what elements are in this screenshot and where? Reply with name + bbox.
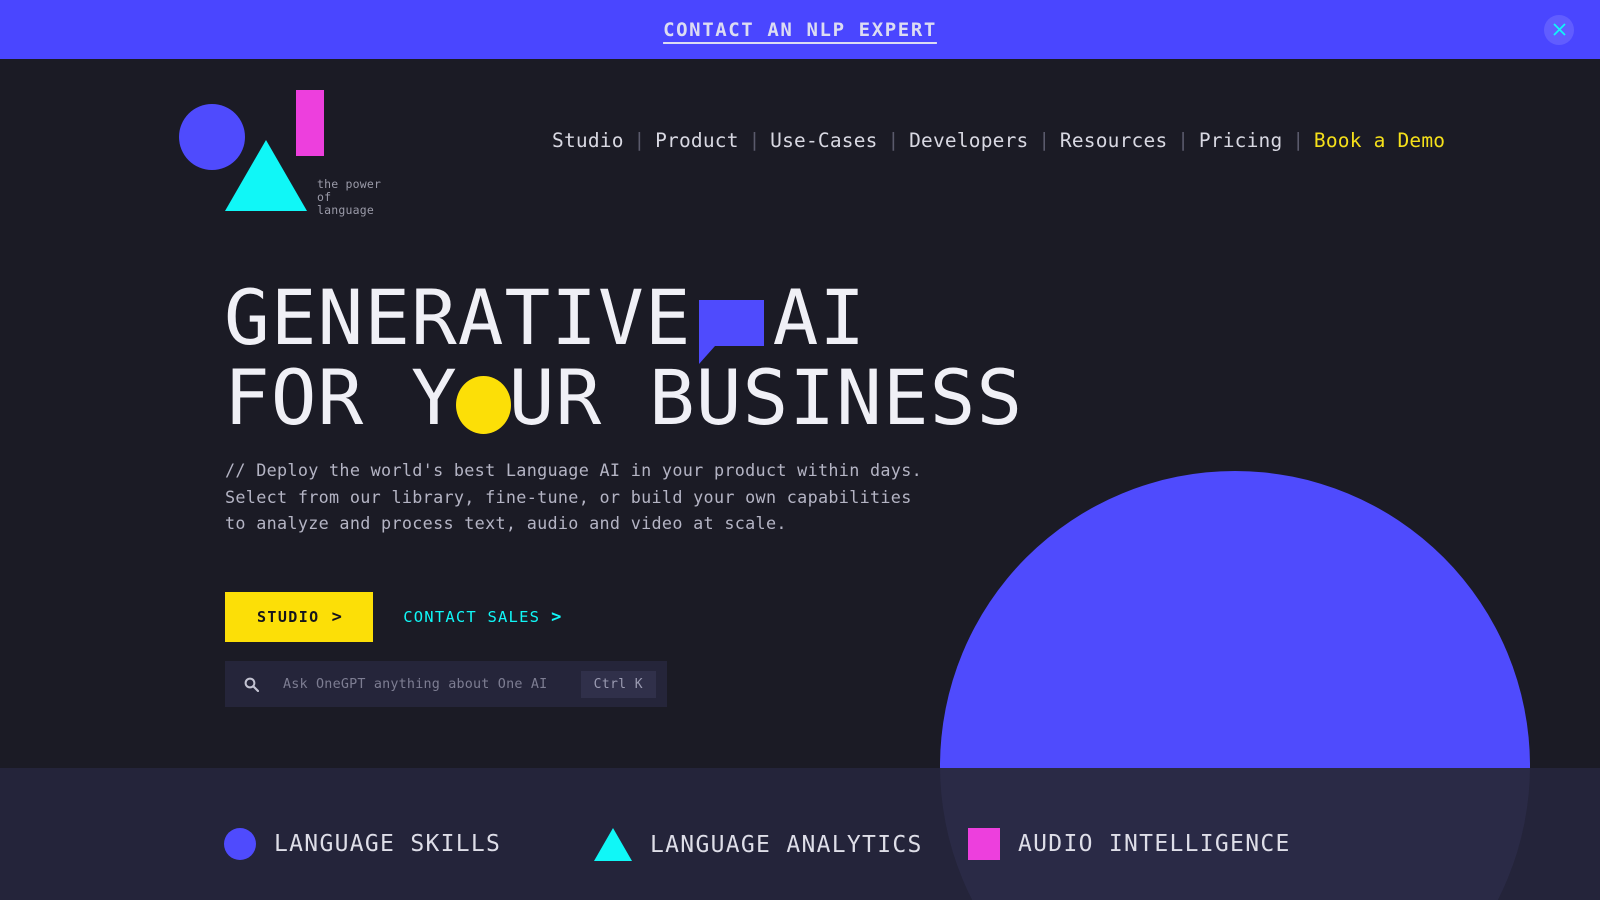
headline-text-for-y: FOR Y xyxy=(224,353,458,442)
logo-rectangle-icon xyxy=(296,90,324,156)
contact-sales-label: CONTACT SALES xyxy=(403,608,541,626)
search-input[interactable] xyxy=(283,676,581,692)
studio-button-label: STUDIO xyxy=(257,608,320,626)
chevron-right-icon: > xyxy=(331,606,344,627)
yellow-dot-icon xyxy=(455,376,511,434)
feature-label: LANGUAGE ANALYTICS xyxy=(650,831,923,858)
studio-button[interactable]: STUDIO > xyxy=(225,592,374,642)
headline-text-ai: AI xyxy=(772,273,867,362)
contact-nlp-expert-link[interactable]: CONTACT AN NLP EXPERT xyxy=(663,19,937,41)
nav-item-pricing[interactable]: Pricing xyxy=(1199,129,1283,152)
nav-separator: | xyxy=(1177,129,1189,151)
circle-icon xyxy=(224,828,256,860)
banner-close-button[interactable] xyxy=(1544,14,1574,45)
triangle-icon xyxy=(594,828,632,861)
feature-audio-intelligence[interactable]: AUDIO INTELLIGENCE xyxy=(968,828,1291,860)
nav-item-resources[interactable]: Resources xyxy=(1060,129,1167,152)
feature-label: LANGUAGE SKILLS xyxy=(274,831,502,857)
nav-separator: | xyxy=(633,129,646,151)
nav-separator: | xyxy=(887,129,900,151)
chevron-right-icon: > xyxy=(551,606,563,627)
nav-separator: | xyxy=(748,129,761,151)
decorative-circle-upper xyxy=(940,471,1530,768)
hero-headline: GENERATIVE AI FOR Y UR BUSINESS xyxy=(224,278,1023,438)
top-banner: CONTACT AN NLP EXPERT xyxy=(0,0,1600,59)
search-shortcut-badge: Ctrl K xyxy=(580,670,656,698)
headline-text-ur-business: UR BUSINESS xyxy=(508,353,1024,442)
feature-row: LANGUAGE SKILLS LANGUAGE ANALYTICS AUDIO… xyxy=(0,828,1600,874)
headline-line-1: GENERATIVE AI xyxy=(224,278,1023,364)
close-icon xyxy=(1552,23,1566,36)
square-icon xyxy=(968,828,1000,860)
site-logo[interactable]: the power of language xyxy=(179,90,389,217)
feature-language-analytics[interactable]: LANGUAGE ANALYTICS xyxy=(594,828,923,861)
contact-sales-button[interactable]: CONTACT SALES > xyxy=(403,608,562,626)
nav-item-studio[interactable]: Studio xyxy=(552,129,624,152)
hero-cta-row: STUDIO > CONTACT SALES > xyxy=(225,592,563,642)
nav-item-product[interactable]: Product xyxy=(655,129,739,152)
search-icon xyxy=(241,677,261,692)
hero-description: // Deploy the world's best Language AI i… xyxy=(225,460,923,534)
nav-item-book-a-demo[interactable]: Book a Demo xyxy=(1314,129,1445,152)
main-navigation: Studio | Product | Use-Cases | Developer… xyxy=(552,126,1445,154)
chat-bubble-icon xyxy=(698,300,764,364)
headline-text-generative: GENERATIVE xyxy=(224,273,692,362)
nav-separator: | xyxy=(1292,129,1304,151)
nav-item-use-cases[interactable]: Use-Cases xyxy=(770,129,877,152)
nav-item-developers[interactable]: Developers xyxy=(909,129,1028,152)
logo-triangle-icon xyxy=(225,140,307,211)
logo-tagline: the power of language xyxy=(317,177,382,217)
feature-label: AUDIO INTELLIGENCE xyxy=(1018,831,1291,857)
nav-separator: | xyxy=(1038,129,1050,151)
feature-language-skills[interactable]: LANGUAGE SKILLS xyxy=(224,828,501,860)
headline-line-2: FOR Y UR BUSINESS xyxy=(224,358,1023,438)
onegpt-search-bar[interactable]: Ctrl K xyxy=(225,661,667,707)
